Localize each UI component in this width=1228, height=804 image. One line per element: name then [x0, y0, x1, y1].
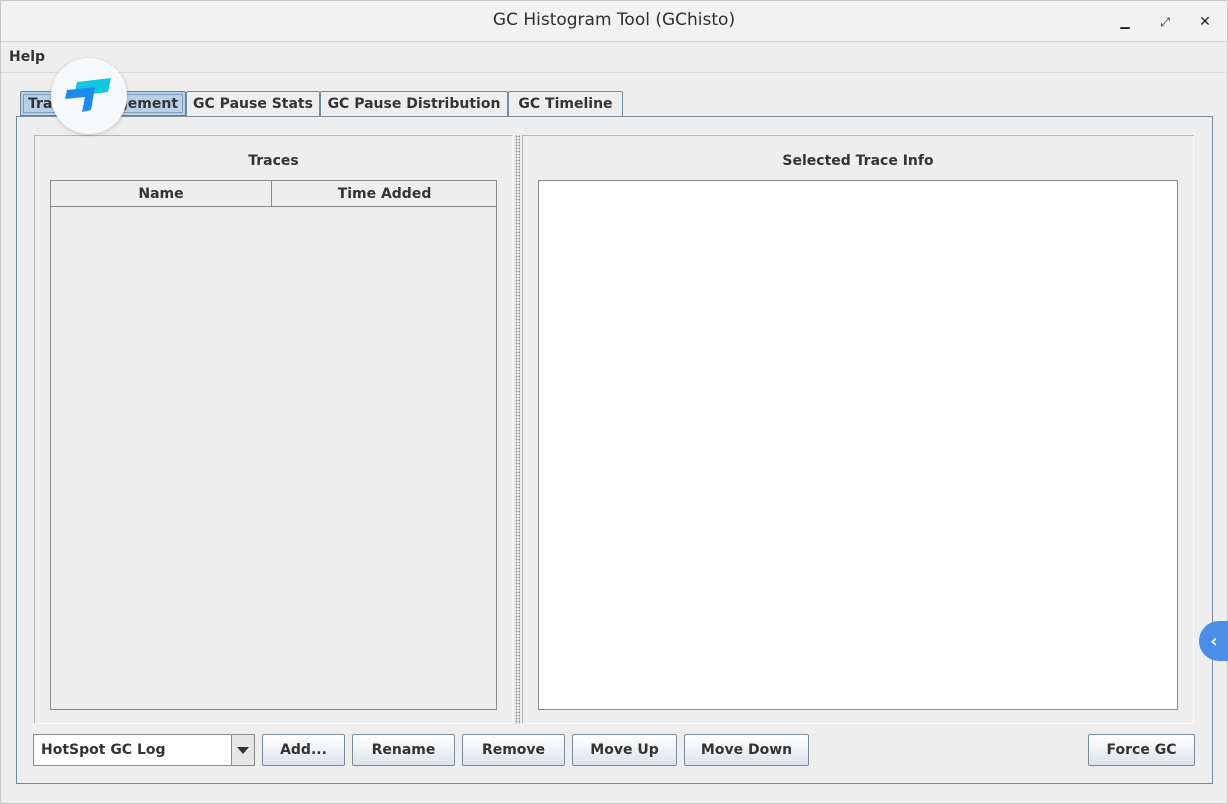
- trace-info-title: Selected Trace Info: [782, 153, 934, 169]
- title-bar[interactable]: GC Histogram Tool (GChisto) ▁ ⤢ ✕: [1, 1, 1227, 42]
- tab-label: GC Timeline: [518, 96, 613, 112]
- add-button[interactable]: Add...: [262, 734, 345, 766]
- remove-button[interactable]: Remove: [462, 734, 565, 766]
- maximize-button[interactable]: ⤢: [1153, 11, 1177, 33]
- split-pane-divider[interactable]: [515, 135, 520, 724]
- menu-help[interactable]: Help: [9, 49, 45, 65]
- tab-label: GC Pause Stats: [193, 96, 313, 112]
- trace-type-dropdown[interactable]: HotSpot GC Log: [33, 734, 255, 766]
- chevron-left-icon: ‹: [1210, 630, 1218, 652]
- column-header-time-added[interactable]: Time Added: [273, 181, 496, 207]
- app-logo-icon: [65, 78, 111, 112]
- app-window: GC Histogram Tool (GChisto) ▁ ⤢ ✕ Help T…: [0, 0, 1228, 804]
- minimize-icon: ▁: [1120, 15, 1130, 29]
- rename-button[interactable]: Rename: [352, 734, 455, 766]
- close-icon: ✕: [1199, 14, 1211, 30]
- tab-gc-pause-distribution[interactable]: GC Pause Distribution: [320, 91, 508, 116]
- traces-table[interactable]: Name Time Added: [50, 180, 497, 710]
- force-gc-button[interactable]: Force GC: [1088, 734, 1195, 766]
- column-header-name[interactable]: Name: [51, 181, 272, 207]
- traces-panel: Traces Name Time Added: [34, 135, 513, 724]
- table-header: Name Time Added: [51, 181, 496, 207]
- traces-title: Traces: [248, 153, 299, 169]
- trace-type-value: HotSpot GC Log: [41, 742, 166, 758]
- move-down-button[interactable]: Move Down: [684, 734, 809, 766]
- trace-info-panel: Selected Trace Info: [522, 135, 1194, 724]
- tab-label: GC Pause Distribution: [327, 96, 501, 112]
- tab-gc-pause-stats[interactable]: GC Pause Stats: [186, 91, 320, 116]
- maximize-icon: ⤢: [1160, 14, 1170, 29]
- move-up-button[interactable]: Move Up: [572, 734, 677, 766]
- tab-gc-timeline[interactable]: GC Timeline: [508, 91, 623, 116]
- close-button[interactable]: ✕: [1193, 11, 1217, 33]
- trace-info-text-area[interactable]: [538, 180, 1178, 710]
- menu-bar: Help: [1, 42, 1227, 73]
- window-title: GC Histogram Tool (GChisto): [492, 10, 736, 30]
- dropdown-arrow-button[interactable]: [231, 735, 254, 765]
- minimize-button[interactable]: ▁: [1113, 11, 1137, 33]
- app-logo-badge: [51, 58, 127, 134]
- chevron-down-icon: [237, 746, 249, 754]
